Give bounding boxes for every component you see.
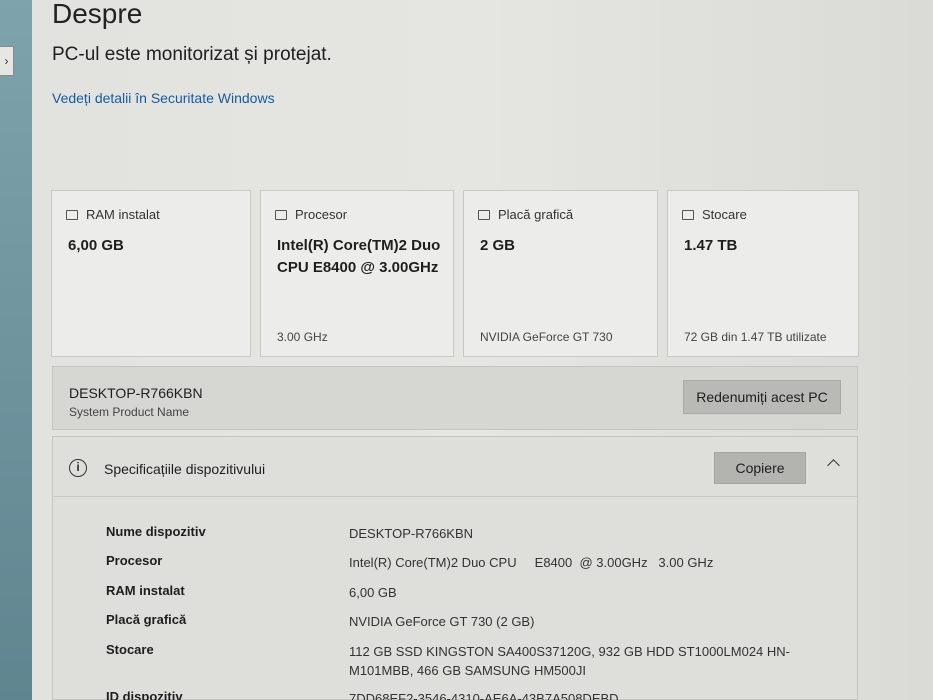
spec-label: Stocare (106, 642, 154, 657)
device-specs-header[interactable]: i Specificațiile dispozitivului Copiere (53, 437, 857, 497)
back-icon[interactable]: › (0, 46, 14, 76)
pc-name-bar: DESKTOP-R766KBN System Product Name Rede… (52, 366, 858, 430)
pc-product-name: System Product Name (69, 405, 190, 419)
security-details-link[interactable]: Vedeți detalii în Securitate Windows (52, 90, 275, 106)
spec-label: RAM instalat (106, 583, 185, 598)
device-specs-panel: i Specificațiile dispozitivului Copiere … (52, 436, 858, 700)
processor-card: Procesor Intel(R) Core(TM)2 Duo CPU E840… (260, 190, 454, 357)
spec-value: 6,00 GB (349, 585, 397, 600)
ram-icon (66, 209, 78, 220)
spec-value: DESKTOP-R766KBN (349, 526, 474, 541)
spec-label: Procesor (106, 553, 163, 568)
protection-status: PC-ul este monitorizat și protejat. (52, 44, 332, 65)
storage-card: Stocare 1.47 TB 72 GB din 1.47 TB utiliz… (667, 190, 859, 357)
spec-value: 7DD68EF2-3546-4310-AE6A-43B7A508DEBD (349, 691, 619, 700)
storage-icon (682, 209, 694, 220)
spec-label: Nume dispozitiv (106, 524, 206, 539)
page-title: Despre (52, 0, 143, 29)
device-specs-title: Specificațiile dispozitivului (104, 461, 266, 477)
left-window-strip: › (0, 0, 32, 700)
gpu-card-sub: NVIDIA GeForce GT 730 (480, 330, 613, 344)
ram-card-label: RAM instalat (86, 207, 160, 222)
gpu-icon (478, 209, 490, 220)
gpu-card: Placă grafică 2 GB NVIDIA GeForce GT 730 (463, 190, 658, 357)
chevron-up-icon[interactable] (827, 457, 841, 471)
ram-card-value: 6,00 GB (68, 237, 124, 254)
spec-value: 112 GB SSD KINGSTON SA400S37120G, 932 GB… (349, 644, 791, 678)
rename-pc-button[interactable]: Redenumiți acest PC (683, 380, 841, 414)
info-icon: i (69, 459, 87, 477)
processor-card-label: Procesor (295, 207, 348, 222)
gpu-card-value: 2 GB (480, 237, 516, 254)
gpu-card-label: Placă grafică (498, 207, 574, 222)
storage-card-label: Stocare (702, 207, 747, 222)
about-window: Despre PC-ul este monitorizat și proteja… (32, 0, 933, 700)
spec-value: Intel(R) Core(TM)2 Duo CPU E8400 @ 3.00G… (349, 555, 714, 570)
spec-label: Placă grafică (106, 612, 187, 627)
processor-icon (275, 209, 287, 220)
processor-card-value: Intel(R) Core(TM)2 Duo CPU E8400 @ 3.00G… (277, 237, 441, 276)
processor-card-sub: 3.00 GHz (277, 330, 328, 344)
spec-label: ID dispozitiv (106, 689, 183, 700)
ram-card: RAM instalat 6,00 GB (51, 190, 251, 357)
copy-button[interactable]: Copiere (714, 452, 806, 484)
storage-card-value: 1.47 TB (684, 237, 738, 254)
spec-value: NVIDIA GeForce GT 730 (2 GB) (349, 614, 535, 629)
pc-name: DESKTOP-R766KBN (69, 385, 203, 401)
storage-card-sub: 72 GB din 1.47 TB utilizate (684, 330, 827, 344)
